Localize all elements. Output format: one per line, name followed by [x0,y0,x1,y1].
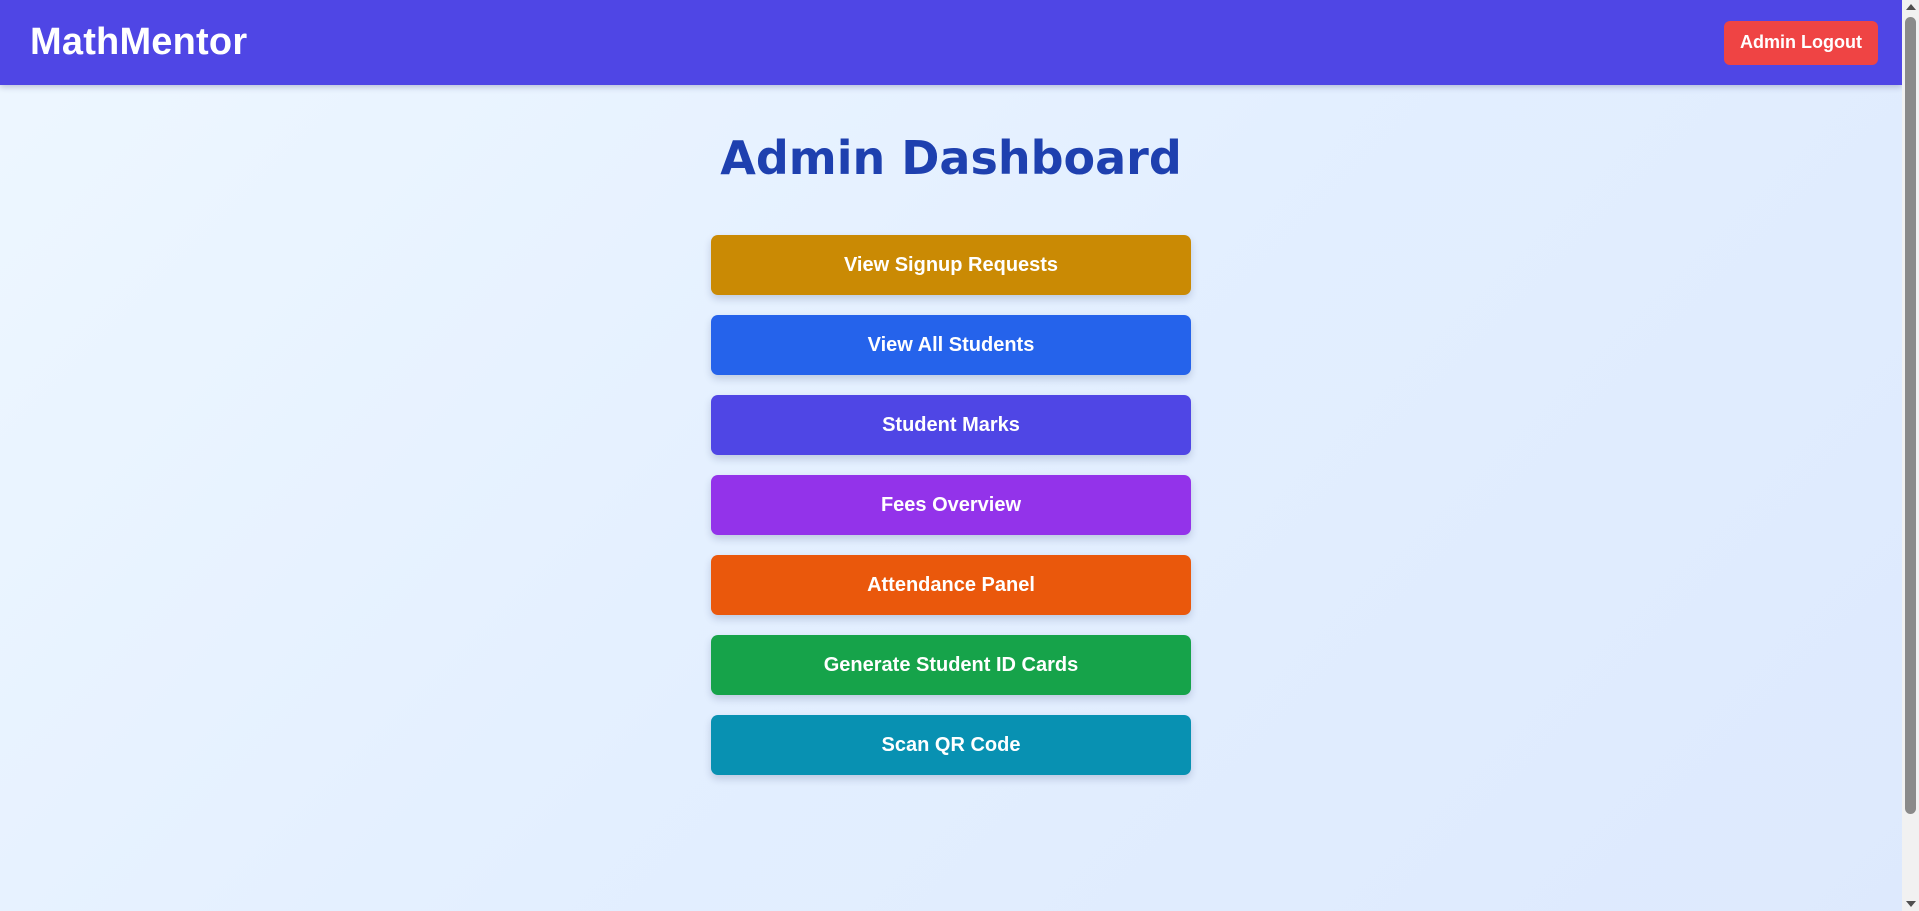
vertical-scrollbar[interactable] [1902,0,1919,911]
view-signup-requests-button[interactable]: View Signup Requests [711,235,1191,295]
scan-qr-code-button[interactable]: Scan QR Code [711,715,1191,775]
attendance-panel-button[interactable]: Attendance Panel [711,555,1191,615]
student-marks-button[interactable]: Student Marks [711,395,1191,455]
scrollbar-thumb[interactable] [1905,17,1916,814]
admin-logout-button[interactable]: Admin Logout [1724,20,1878,65]
top-navbar: MathMentor Admin Logout [0,0,1902,85]
view-all-students-button[interactable]: View All Students [711,315,1191,375]
scroll-down-arrow-icon[interactable] [1906,901,1916,907]
fees-overview-button[interactable]: Fees Overview [711,475,1191,535]
page-title: Admin Dashboard [720,131,1182,185]
dashboard-main: Admin Dashboard View Signup Requests Vie… [0,85,1902,911]
dashboard-menu: View Signup Requests View All Students S… [711,235,1191,795]
generate-student-id-cards-button[interactable]: Generate Student ID Cards [711,635,1191,695]
scroll-up-arrow-icon[interactable] [1906,4,1916,10]
brand-logo[interactable]: MathMentor [30,21,247,64]
